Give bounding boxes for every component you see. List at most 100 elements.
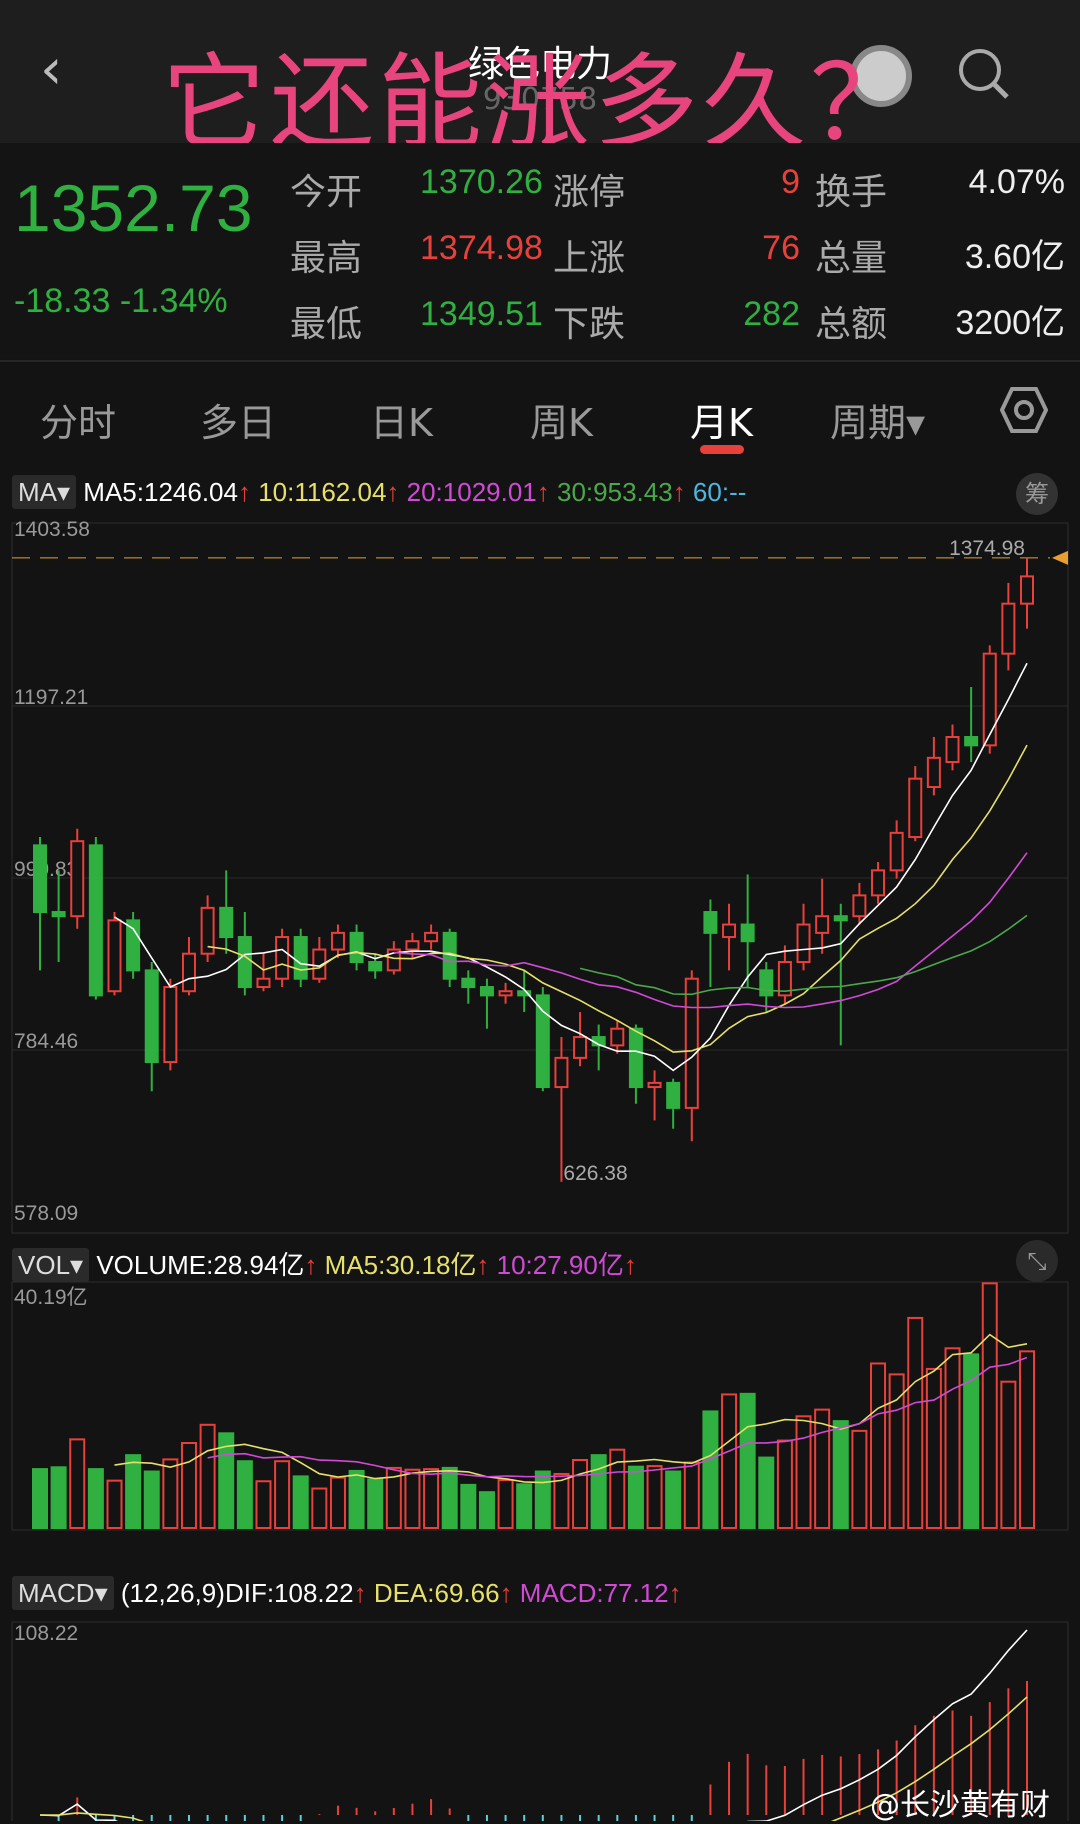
candle-up bbox=[70, 840, 85, 918]
volume-bar bbox=[441, 1466, 458, 1530]
volume-bar bbox=[311, 1487, 328, 1530]
high-price-label: 1374.98 bbox=[949, 537, 1025, 560]
low-price-label: 626.38 bbox=[563, 1162, 627, 1185]
volume-bar bbox=[106, 1479, 123, 1529]
volume-bar bbox=[814, 1408, 831, 1529]
volume-bar bbox=[925, 1367, 942, 1529]
volume-bar bbox=[32, 1468, 48, 1530]
watermark: @长沙黄有财 bbox=[870, 1788, 1050, 1823]
candle-down bbox=[628, 1027, 643, 1089]
macd-axis-label: 108.22 bbox=[14, 1622, 78, 1645]
candle-down bbox=[479, 986, 494, 997]
volume-bar bbox=[180, 1442, 197, 1530]
candle-up bbox=[684, 977, 699, 1109]
volume-bar bbox=[199, 1423, 216, 1530]
volume-bar bbox=[125, 1454, 142, 1529]
volume-bar bbox=[478, 1491, 495, 1530]
volume-bar bbox=[329, 1476, 346, 1530]
price-axis-label: 1197.21 bbox=[14, 686, 88, 709]
candle-up bbox=[852, 894, 867, 918]
candle-down bbox=[219, 906, 234, 939]
volume-bar bbox=[516, 1483, 533, 1529]
candle-up bbox=[275, 936, 290, 980]
volume-bar bbox=[702, 1410, 719, 1530]
candle-down bbox=[51, 911, 66, 918]
volume-bar bbox=[758, 1456, 775, 1529]
volume-bar bbox=[1019, 1350, 1035, 1530]
candle-up bbox=[405, 940, 420, 951]
volume-bar bbox=[404, 1468, 421, 1529]
candle-up bbox=[945, 736, 960, 764]
candle-down bbox=[535, 994, 550, 1089]
volume-bar bbox=[944, 1347, 961, 1529]
candle-up bbox=[610, 1027, 625, 1047]
candle-up bbox=[815, 915, 830, 934]
volume-bar bbox=[236, 1460, 253, 1529]
volume-bar bbox=[143, 1470, 160, 1530]
volume-bar bbox=[87, 1468, 104, 1530]
volume-bar bbox=[907, 1316, 924, 1529]
candle-down bbox=[237, 936, 252, 989]
volume-bar bbox=[1000, 1380, 1017, 1529]
volume-bar bbox=[870, 1362, 887, 1530]
volume-bar bbox=[627, 1465, 644, 1530]
volume-bar bbox=[348, 1469, 365, 1529]
candle-up bbox=[424, 931, 439, 943]
volume-bar bbox=[534, 1470, 551, 1530]
candle-down bbox=[33, 844, 47, 914]
volume-bar bbox=[888, 1373, 905, 1530]
candle-up bbox=[107, 919, 122, 993]
volume-axis-label: 40.19亿 bbox=[14, 1286, 88, 1309]
candle-up bbox=[908, 777, 923, 839]
candle-down bbox=[833, 915, 848, 922]
candle-up bbox=[647, 1081, 662, 1089]
volume-bar bbox=[274, 1460, 291, 1529]
price-axis-label: 578.09 bbox=[14, 1202, 78, 1225]
candle-down bbox=[349, 931, 364, 964]
candle-up bbox=[554, 1056, 569, 1089]
volume-bar bbox=[665, 1470, 682, 1530]
candle-down bbox=[88, 844, 103, 997]
volume-bar bbox=[255, 1480, 272, 1530]
volume-bar bbox=[776, 1439, 793, 1530]
kline-chart[interactable]: 1403.581197.21990.83784.46578.091374.986… bbox=[0, 0, 1080, 1821]
candle-down bbox=[964, 736, 979, 747]
candle-up bbox=[573, 1036, 588, 1059]
candle-up bbox=[982, 652, 997, 747]
price-axis-label: 1403.58 bbox=[14, 518, 90, 541]
volume-bar bbox=[69, 1438, 86, 1530]
volume-bar bbox=[497, 1479, 514, 1530]
volume-bar bbox=[981, 1282, 998, 1529]
candle-up bbox=[722, 923, 737, 939]
volume-bar bbox=[367, 1478, 384, 1529]
candle-up bbox=[163, 986, 178, 1064]
candle-up bbox=[1001, 602, 1016, 655]
candle-up bbox=[1020, 575, 1034, 605]
volume-bar bbox=[739, 1392, 756, 1529]
candle-up bbox=[498, 990, 513, 997]
current-price-marker bbox=[1052, 550, 1068, 565]
ma10-line bbox=[207, 744, 1028, 1053]
volume-bar bbox=[683, 1461, 700, 1529]
candle-up bbox=[256, 977, 271, 989]
volume-bar bbox=[590, 1454, 607, 1529]
candle-up bbox=[926, 756, 941, 789]
volume-bar bbox=[832, 1420, 849, 1530]
candle-down bbox=[666, 1081, 681, 1109]
price-axis-label: 784.46 bbox=[14, 1030, 78, 1053]
volume-bar bbox=[460, 1483, 477, 1530]
candle-up bbox=[330, 931, 345, 951]
candle-up bbox=[889, 831, 904, 872]
volume-bar bbox=[50, 1466, 67, 1529]
candle-up bbox=[796, 923, 811, 964]
candle-down bbox=[461, 977, 476, 989]
volume-bar bbox=[572, 1459, 589, 1529]
candle-down bbox=[144, 969, 159, 1064]
candle-down bbox=[703, 911, 718, 934]
candle-down bbox=[293, 936, 308, 980]
volume-bar bbox=[162, 1458, 179, 1530]
volume-bar bbox=[646, 1465, 663, 1529]
candle-down bbox=[740, 923, 755, 943]
candle-down bbox=[368, 961, 383, 972]
volume-bar bbox=[795, 1415, 812, 1530]
